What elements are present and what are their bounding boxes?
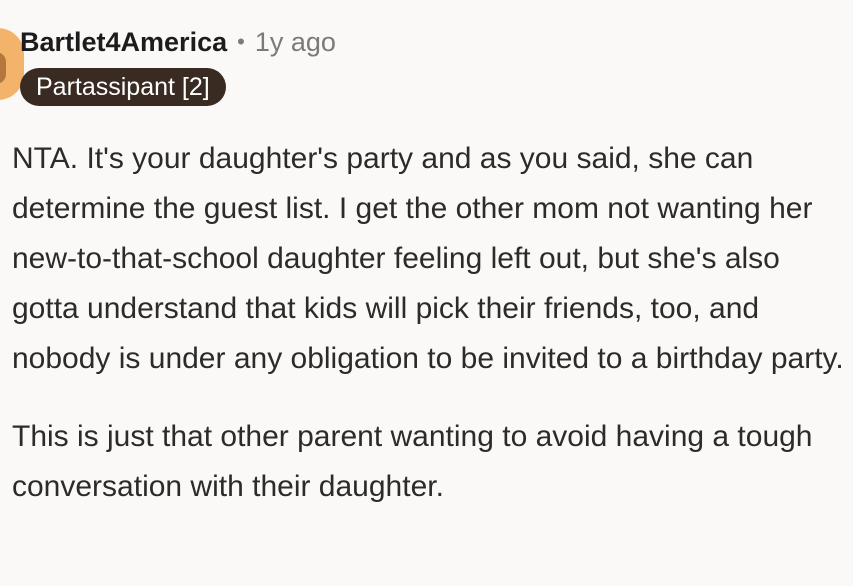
comment-header: Bartlet4America • 1y ago	[20, 24, 336, 60]
username-link[interactable]: Bartlet4America	[20, 27, 227, 58]
separator-dot: •	[237, 29, 245, 54]
comment-body: NTA. It's your daughter's party and as y…	[12, 134, 847, 540]
user-avatar-icon	[0, 52, 6, 84]
timestamp[interactable]: 1y ago	[255, 27, 336, 58]
comment-paragraph: This is just that other parent wanting t…	[12, 420, 813, 503]
comment-paragraph: NTA. It's your daughter's party and as y…	[12, 142, 844, 375]
user-flair-badge: Partassipant [2]	[20, 68, 226, 106]
